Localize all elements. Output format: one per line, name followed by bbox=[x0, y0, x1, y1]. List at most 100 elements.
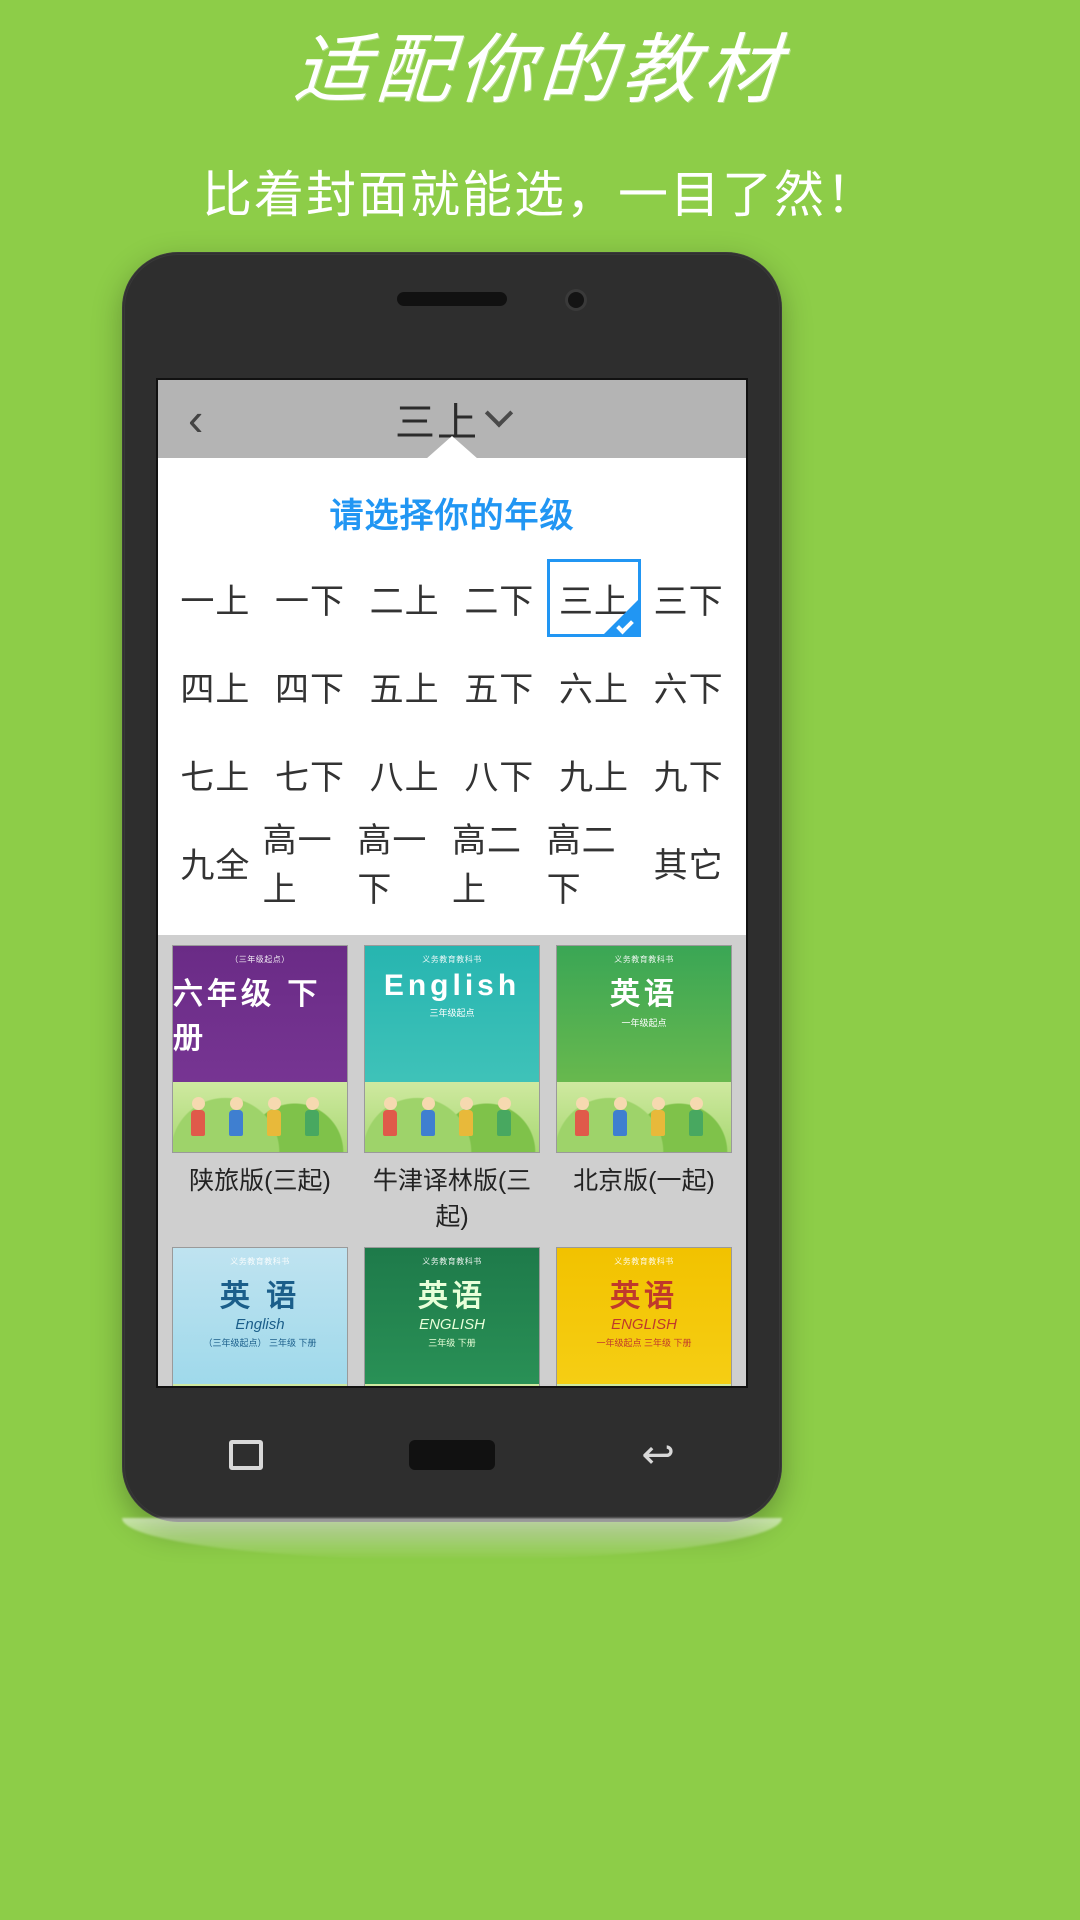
grade-option-17[interactable]: 九上 bbox=[546, 735, 642, 813]
cover-figure bbox=[305, 1097, 319, 1136]
textbook-cover: 义务教育教科书 英语 一年级起点 bbox=[556, 945, 732, 1153]
grade-option-8[interactable]: 四下 bbox=[262, 647, 358, 725]
textbook-item[interactable]: （三年级起点） 六年级 下册陕旅版(三起) bbox=[172, 945, 348, 1239]
cover-title: English bbox=[383, 969, 521, 1002]
cover-figure bbox=[459, 1097, 473, 1136]
grade-option-label: 九全 bbox=[180, 846, 251, 885]
grade-option-label: 四上 bbox=[180, 670, 251, 709]
grade-option-label: 九下 bbox=[653, 758, 724, 797]
promo-title: 适配你的教材 bbox=[290, 25, 790, 114]
textbook-label: 陕旅版(三起) bbox=[189, 1167, 331, 1195]
textbook-cover: 义务教育教科书 英语 ENGLISH 一年级起点 三年级 下册 bbox=[556, 1247, 732, 1386]
android-navbar: ↩ bbox=[156, 1412, 748, 1498]
grade-option-label: 五上 bbox=[369, 670, 440, 709]
cover-publisher-line: 义务教育教科书 bbox=[230, 1257, 290, 1266]
grade-option-3[interactable]: 二上 bbox=[357, 559, 452, 637]
cover-figures bbox=[365, 1078, 539, 1136]
back-nav-icon[interactable]: ↩ bbox=[641, 1435, 675, 1475]
grade-option-24[interactable]: 其它 bbox=[641, 823, 736, 901]
textbook-cover: 义务教育教科书英 语 English （三年级起点） 三年级 下册 bbox=[172, 1247, 348, 1386]
cover-figure bbox=[689, 1097, 703, 1136]
grade-option-label: 三下 bbox=[653, 582, 724, 621]
grade-option-19[interactable]: 九全 bbox=[168, 823, 263, 901]
grade-option-9[interactable]: 五上 bbox=[357, 647, 452, 725]
grade-option-20[interactable]: 高一上 bbox=[262, 822, 358, 909]
grade-option-2[interactable]: 一下 bbox=[262, 559, 358, 637]
grade-option-1[interactable]: 一上 bbox=[168, 559, 263, 637]
grade-option-7[interactable]: 四上 bbox=[168, 647, 263, 725]
grade-option-14[interactable]: 七下 bbox=[262, 735, 358, 813]
cover-title: 六年级 下册 bbox=[173, 978, 322, 1055]
cover-figure bbox=[651, 1097, 665, 1136]
grade-option-label: 四下 bbox=[274, 670, 345, 709]
cover-title: 英语 bbox=[418, 1280, 486, 1313]
cover-subtitle: 三年级 下册 bbox=[428, 1338, 476, 1348]
grade-option-12[interactable]: 六下 bbox=[641, 647, 736, 725]
cover-subtitle: 一年级起点 bbox=[621, 1018, 667, 1028]
cover-figures bbox=[365, 1380, 539, 1386]
textbook-label: 牛津译林版(三起) bbox=[372, 1167, 532, 1231]
textbook-item[interactable]: 义务教育教科书英 语English（三年级起点） 三年级 下册陕旅版(三起) bbox=[172, 1247, 348, 1386]
phone-speaker bbox=[397, 292, 507, 306]
grade-option-label: 七下 bbox=[274, 758, 345, 797]
back-icon[interactable]: ‹ bbox=[174, 380, 217, 458]
phone-reflection bbox=[122, 1518, 782, 1560]
promo-banner: 适配你的教材 比着封面就能选，一目了然！ bbox=[0, 0, 1080, 227]
textbook-item[interactable]: 义务教育教科书 English 三年级起点 牛津译林版(三起) bbox=[364, 945, 540, 1239]
textbook-item[interactable]: 义务教育教科书英语ENGLISH三年级 下册牛津译林版(三起) bbox=[364, 1247, 540, 1386]
recent-apps-icon[interactable] bbox=[229, 1440, 264, 1470]
grade-option-5[interactable]: 三上 bbox=[546, 559, 642, 637]
grade-option-label: 六下 bbox=[653, 670, 724, 709]
grade-option-6[interactable]: 三下 bbox=[641, 559, 736, 637]
cover-figures bbox=[557, 1380, 731, 1386]
grade-option-13[interactable]: 七上 bbox=[168, 735, 263, 813]
textbook-cover: 义务教育教科书 English 三年级起点 bbox=[364, 945, 540, 1153]
cover-figure bbox=[497, 1097, 511, 1136]
cover-figure bbox=[267, 1097, 281, 1136]
grade-option-22[interactable]: 高二上 bbox=[451, 822, 547, 909]
grade-option-label: 八上 bbox=[369, 758, 440, 797]
grade-option-label: 一下 bbox=[274, 582, 345, 621]
cover-subtitle: 一年级起点 三年级 下册 bbox=[596, 1338, 692, 1348]
dropdown-title: 请选择你的年级 bbox=[329, 497, 575, 535]
phone-camera bbox=[568, 292, 584, 308]
cover-title: 英语 bbox=[610, 1280, 678, 1313]
grade-option-label: 高一下 bbox=[357, 822, 428, 909]
textbook-cover: 义务教育教科书 英语 ENGLISH 三年级 下册 bbox=[364, 1247, 540, 1386]
grade-option-4[interactable]: 二下 bbox=[451, 559, 547, 637]
grade-option-label: 二上 bbox=[369, 582, 440, 621]
grade-option-grid: 一上 一下 二上 二下 三上 三下 四上 四下 五上 五下 六上 六下 七上 七下 八上 八下 九上 九下 九全 高一… bbox=[158, 559, 746, 909]
grade-option-label: 九上 bbox=[558, 758, 629, 797]
textbook-item[interactable]: 义务教育教科书英语ENGLISH一年级起点 三年级 下册北京版(一起) bbox=[556, 1247, 732, 1386]
grade-option-15[interactable]: 八上 bbox=[357, 735, 452, 813]
cover-figure bbox=[575, 1097, 589, 1136]
grade-option-21[interactable]: 高一下 bbox=[357, 822, 452, 909]
cover-publisher-line: 义务教育教科书 bbox=[422, 955, 482, 964]
cover-english-title: English bbox=[235, 1316, 285, 1333]
grade-option-18[interactable]: 九下 bbox=[641, 735, 736, 813]
grade-option-label: 一上 bbox=[180, 582, 251, 621]
cover-figure bbox=[383, 1097, 397, 1136]
grade-dropdown-panel: 请选择你的年级 一上 一下 二上 二下 三上 三下四上 四下 五上 五下 六上 六下七上 七下 八上 八下… bbox=[158, 436, 746, 935]
grade-option-23[interactable]: 高二下 bbox=[546, 822, 642, 909]
promo-subtitle: 比着封面就能选，一目了然！ bbox=[202, 167, 878, 224]
grade-option-label: 二下 bbox=[464, 582, 535, 621]
cover-subtitle: （三年级起点） 三年级 下册 bbox=[203, 1338, 317, 1348]
grade-option-10[interactable]: 五下 bbox=[451, 647, 547, 725]
home-button[interactable] bbox=[409, 1440, 496, 1470]
grade-option-16[interactable]: 八下 bbox=[451, 735, 547, 813]
cover-title: 英 语 bbox=[219, 1280, 301, 1313]
dropdown-caret bbox=[426, 436, 478, 459]
cover-figure bbox=[421, 1097, 435, 1136]
cover-publisher-line: （三年级起点） bbox=[230, 955, 290, 964]
grade-option-label: 五下 bbox=[464, 670, 535, 709]
cover-figure bbox=[191, 1097, 205, 1136]
cover-figure bbox=[229, 1097, 243, 1136]
grade-option-label: 八下 bbox=[464, 758, 535, 797]
textbook-item[interactable]: 义务教育教科书 英语 一年级起点 北京版(一起) bbox=[556, 945, 732, 1239]
textbook-grid: （三年级起点） 六年级 下册 陕旅版(三起) 义务教育教科书 English 三年级起点牛… bbox=[158, 935, 746, 1386]
phone-screen: ‹ 三上 请选择你的年级 一上 一下 二上 二下 三上 三下四上 四下 五上 五下 六上 六下七上七… bbox=[156, 378, 748, 1388]
cover-figures bbox=[173, 1380, 347, 1386]
textbook-cover: （三年级起点） 六年级 下册 bbox=[172, 945, 348, 1153]
grade-option-11[interactable]: 六上 bbox=[546, 647, 642, 725]
